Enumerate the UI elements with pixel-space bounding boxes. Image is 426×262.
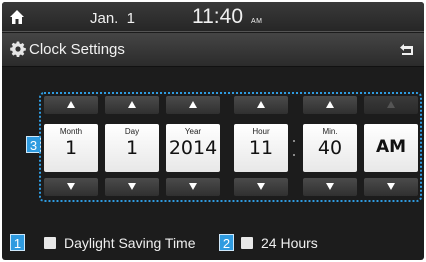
triangle-down-icon (326, 183, 334, 190)
ampm-up-button[interactable] (364, 96, 418, 114)
triangle-down-icon (189, 183, 197, 190)
year-down-button[interactable] (166, 178, 220, 196)
day-down-button[interactable] (105, 178, 159, 196)
status-date: Jan. 1 (90, 10, 136, 27)
clock-settings-screen: Jan. 1 11:40 AM Clock Settings 3 Month 1 (2, 2, 424, 260)
hour-value: 11 (248, 137, 274, 159)
minute-down-button[interactable] (303, 178, 357, 196)
triangle-up-icon (128, 101, 136, 108)
day-up-button[interactable] (105, 96, 159, 114)
triangle-up-icon (326, 101, 334, 108)
hour-value-box[interactable]: Hour 11 (234, 124, 288, 172)
status-time: 11:40 (192, 5, 243, 28)
hour-down-button[interactable] (234, 178, 288, 196)
ampm-value: AM (375, 137, 407, 157)
callout-badge-1: 1 (10, 234, 25, 251)
minute-value: 40 (317, 137, 343, 159)
year-value: 2014 (168, 137, 218, 159)
day-value: 1 (125, 137, 139, 159)
hour-up-button[interactable] (234, 96, 288, 114)
triangle-up-icon (387, 101, 395, 108)
year-value-box[interactable]: Year 2014 (166, 124, 220, 172)
status-bar: Jan. 1 11:40 AM (2, 2, 424, 32)
ampm-value-box[interactable]: AM (364, 124, 418, 172)
triangle-down-icon (128, 183, 136, 190)
triangle-down-icon (257, 183, 265, 190)
triangle-up-icon (67, 101, 75, 108)
year-up-button[interactable] (166, 96, 220, 114)
month-value: 1 (64, 137, 78, 159)
month-down-button[interactable] (44, 178, 98, 196)
triangle-up-icon (257, 101, 265, 108)
triangle-down-icon (67, 183, 75, 190)
triangle-up-icon (189, 101, 197, 108)
24-hours-label[interactable]: 24 Hours (261, 235, 318, 251)
24-hours-checkbox[interactable] (241, 237, 253, 249)
title-bar: Clock Settings (2, 33, 424, 67)
time-separator-dot (293, 140, 295, 142)
minute-up-button[interactable] (303, 96, 357, 114)
triangle-down-icon (387, 183, 395, 190)
minute-label: Min. (322, 127, 338, 136)
month-up-button[interactable] (44, 96, 98, 114)
daylight-saving-checkbox[interactable] (44, 237, 56, 249)
home-icon (10, 10, 24, 24)
time-separator-dot (293, 154, 295, 156)
year-label: Year (184, 127, 202, 136)
home-button[interactable] (8, 8, 26, 26)
daylight-saving-label[interactable]: Daylight Saving Time (64, 235, 196, 251)
ampm-down-button[interactable] (364, 178, 418, 196)
hour-label: Hour (252, 127, 270, 136)
month-value-box[interactable]: Month 1 (44, 124, 98, 172)
month-label: Month (59, 127, 83, 136)
back-arrow-icon (400, 44, 413, 55)
status-ampm: AM (251, 18, 263, 25)
minute-value-box[interactable]: Min. 40 (303, 124, 357, 172)
day-value-box[interactable]: Day 1 (105, 124, 159, 172)
day-label: Day (124, 127, 140, 136)
gear-icon (10, 41, 26, 58)
back-button[interactable] (398, 42, 416, 58)
page-title: Clock Settings (29, 41, 125, 58)
callout-badge-2: 2 (219, 234, 234, 251)
